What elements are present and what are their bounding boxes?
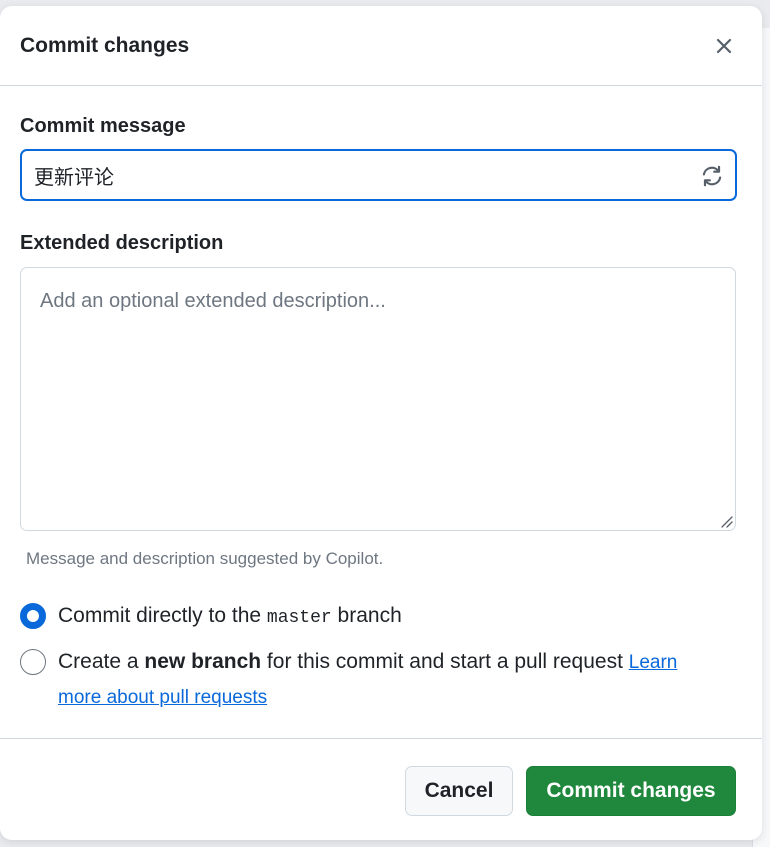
close-button[interactable] <box>708 30 740 62</box>
commit-direct-radio[interactable] <box>20 603 46 629</box>
dialog-header: Commit changes <box>0 6 762 86</box>
resize-handle-icon[interactable] <box>719 514 733 528</box>
new-branch-suffix: for this commit and start a pull request <box>261 650 629 673</box>
commit-direct-label[interactable]: Commit directly to the master branch <box>58 599 402 635</box>
extended-description-field[interactable] <box>20 267 736 531</box>
branch-name: master <box>266 608 332 628</box>
commit-changes-dialog: Commit changes Commit message Extended d… <box>0 6 762 840</box>
new-branch-label[interactable]: Create a new branch for this commit and … <box>58 645 718 715</box>
learn-more-link[interactable]: Learn <box>629 652 678 673</box>
copilot-suggestion-hint: Message and description suggested by Cop… <box>26 549 384 568</box>
extended-description-label: Extended description <box>20 232 224 254</box>
regenerate-message-button[interactable] <box>698 162 726 190</box>
extended-description-textarea[interactable] <box>21 268 735 530</box>
new-branch-bold: new branch <box>144 650 262 673</box>
commit-message-label: Commit message <box>20 115 186 137</box>
commit-direct-suffix: branch <box>331 604 402 627</box>
commit-changes-button[interactable]: Commit changes <box>526 766 736 816</box>
commit-message-input[interactable] <box>34 159 684 191</box>
new-branch-radio[interactable] <box>20 649 46 675</box>
cancel-button[interactable]: Cancel <box>405 766 513 816</box>
commit-message-field[interactable] <box>20 149 737 201</box>
dialog-footer: Cancel Commit changes <box>0 738 762 840</box>
new-branch-option[interactable]: Create a new branch for this commit and … <box>20 649 718 715</box>
dialog-title: Commit changes <box>20 34 190 57</box>
learn-more-link-continued[interactable]: more about pull requests <box>58 687 267 708</box>
sync-icon <box>702 165 722 187</box>
commit-direct-prefix: Commit directly to the <box>58 604 267 627</box>
new-branch-prefix: Create a <box>58 650 145 673</box>
commit-direct-option[interactable]: Commit directly to the master branch <box>20 603 402 635</box>
close-icon <box>716 38 732 54</box>
